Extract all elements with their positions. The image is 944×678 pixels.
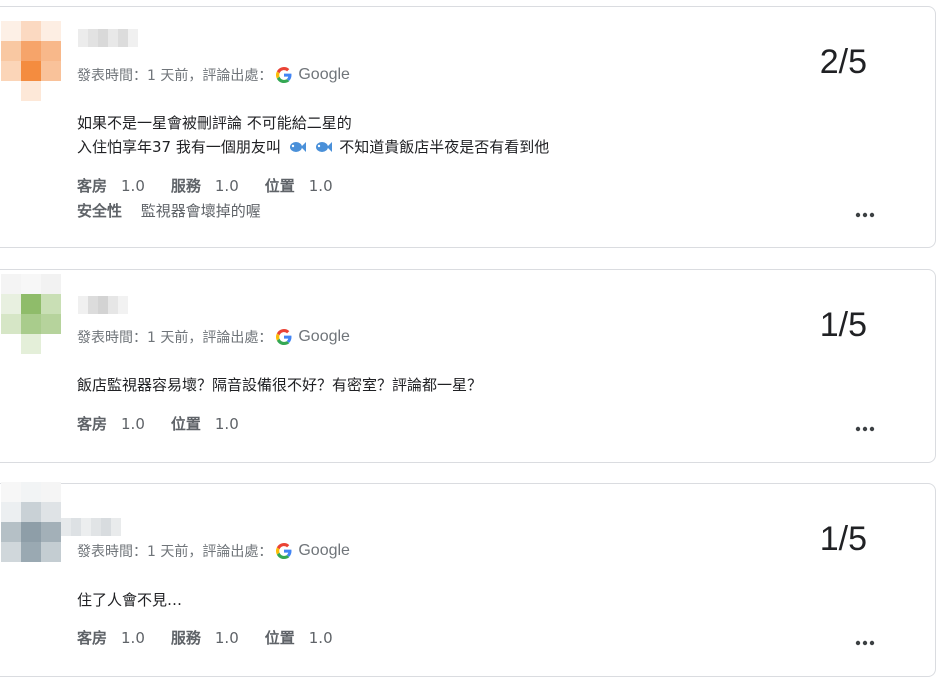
- rating-item: 位置 1.0: [264, 628, 333, 648]
- review-text-line: 飯店監視器容易壞？隔音設備很不好？有密室？評論都一星？: [77, 376, 483, 394]
- fish-icon: [314, 138, 333, 154]
- review-card: 發表時間：1 天前，評論出處： Google 1/5 住了人會不見… 客房 1.…: [0, 482, 936, 677]
- google-icon: [276, 543, 292, 559]
- reviewer-name: [78, 296, 128, 314]
- review-source: Google: [298, 328, 350, 345]
- review-text: 住了人會不見…: [77, 588, 182, 612]
- avatar: [1, 274, 61, 354]
- review-extra-rating: 安全性 監視器會壞掉的喔: [77, 202, 261, 220]
- avatar: [1, 21, 61, 101]
- rating-item: 位置 1.0: [170, 414, 239, 434]
- avatar: [1, 482, 61, 562]
- review-meta-text: 發表時間：1 天前，評論出處：: [77, 330, 273, 346]
- google-icon: [276, 67, 292, 83]
- rating-item: 客房 1.0: [77, 628, 145, 648]
- review-text-line: 入住怕享年37 我有一個朋友叫 不知道貴飯店半夜是否有看到他: [77, 138, 550, 156]
- rating-item: 客房 1.0: [77, 414, 145, 434]
- review-text-line: 如果不是一星會被刪評論 不可能給二星的: [77, 114, 352, 132]
- review-meta: 發表時間：1 天前，評論出處： Google: [77, 65, 350, 85]
- review-ratings: 客房 1.0 服務 1.0 位置 1.0: [77, 175, 359, 196]
- review-text: 如果不是一星會被刪評論 不可能給二星的 入住怕享年37 我有一個朋友叫 不知道貴…: [77, 111, 549, 159]
- more-horiz-icon: [855, 640, 875, 646]
- more-options-button[interactable]: [853, 631, 877, 655]
- fish-icon: [288, 138, 306, 154]
- more-options-button[interactable]: [853, 417, 877, 441]
- review-meta: 發表時間：1 天前，評論出處： Google: [77, 541, 350, 561]
- rating-item: 服務 1.0: [170, 628, 239, 648]
- review-ratings: 客房 1.0 位置 1.0: [77, 413, 265, 434]
- google-icon: [276, 329, 292, 345]
- reviews-page: 發表時間：1 天前，評論出處： Google 2/5 如果不是一星會被刪評論 不…: [0, 0, 944, 678]
- more-horiz-icon: [855, 426, 875, 432]
- review-meta-text: 發表時間：1 天前，評論出處：: [77, 68, 273, 84]
- review-source: Google: [298, 542, 350, 559]
- review-score: 1/5: [819, 306, 867, 344]
- rating-item: 客房 1.0: [77, 176, 145, 196]
- rating-item: 服務 1.0: [170, 176, 239, 196]
- review-score: 2/5: [819, 43, 867, 81]
- review-text-line: 住了人會不見…: [77, 591, 183, 609]
- reviewer-name: [61, 518, 121, 536]
- review-text: 飯店監視器容易壞？隔音設備很不好？有密室？評論都一星？: [77, 373, 482, 397]
- more-options-button[interactable]: [853, 203, 877, 227]
- review-score: 1/5: [819, 520, 867, 558]
- more-horiz-icon: [855, 212, 875, 218]
- review-meta: 發表時間：1 天前，評論出處： Google: [77, 327, 350, 347]
- review-card: 發表時間：1 天前，評論出處： Google 2/5 如果不是一星會被刪評論 不…: [0, 6, 936, 248]
- review-source: Google: [298, 66, 350, 83]
- reviewer-name: [78, 29, 138, 47]
- review-meta-text: 發表時間：1 天前，評論出處：: [77, 544, 273, 560]
- review-card: 發表時間：1 天前，評論出處： Google 1/5 飯店監視器容易壞？隔音設備…: [0, 269, 936, 463]
- review-ratings: 客房 1.0 服務 1.0 位置 1.0: [77, 627, 359, 648]
- rating-item: 位置 1.0: [264, 176, 333, 196]
